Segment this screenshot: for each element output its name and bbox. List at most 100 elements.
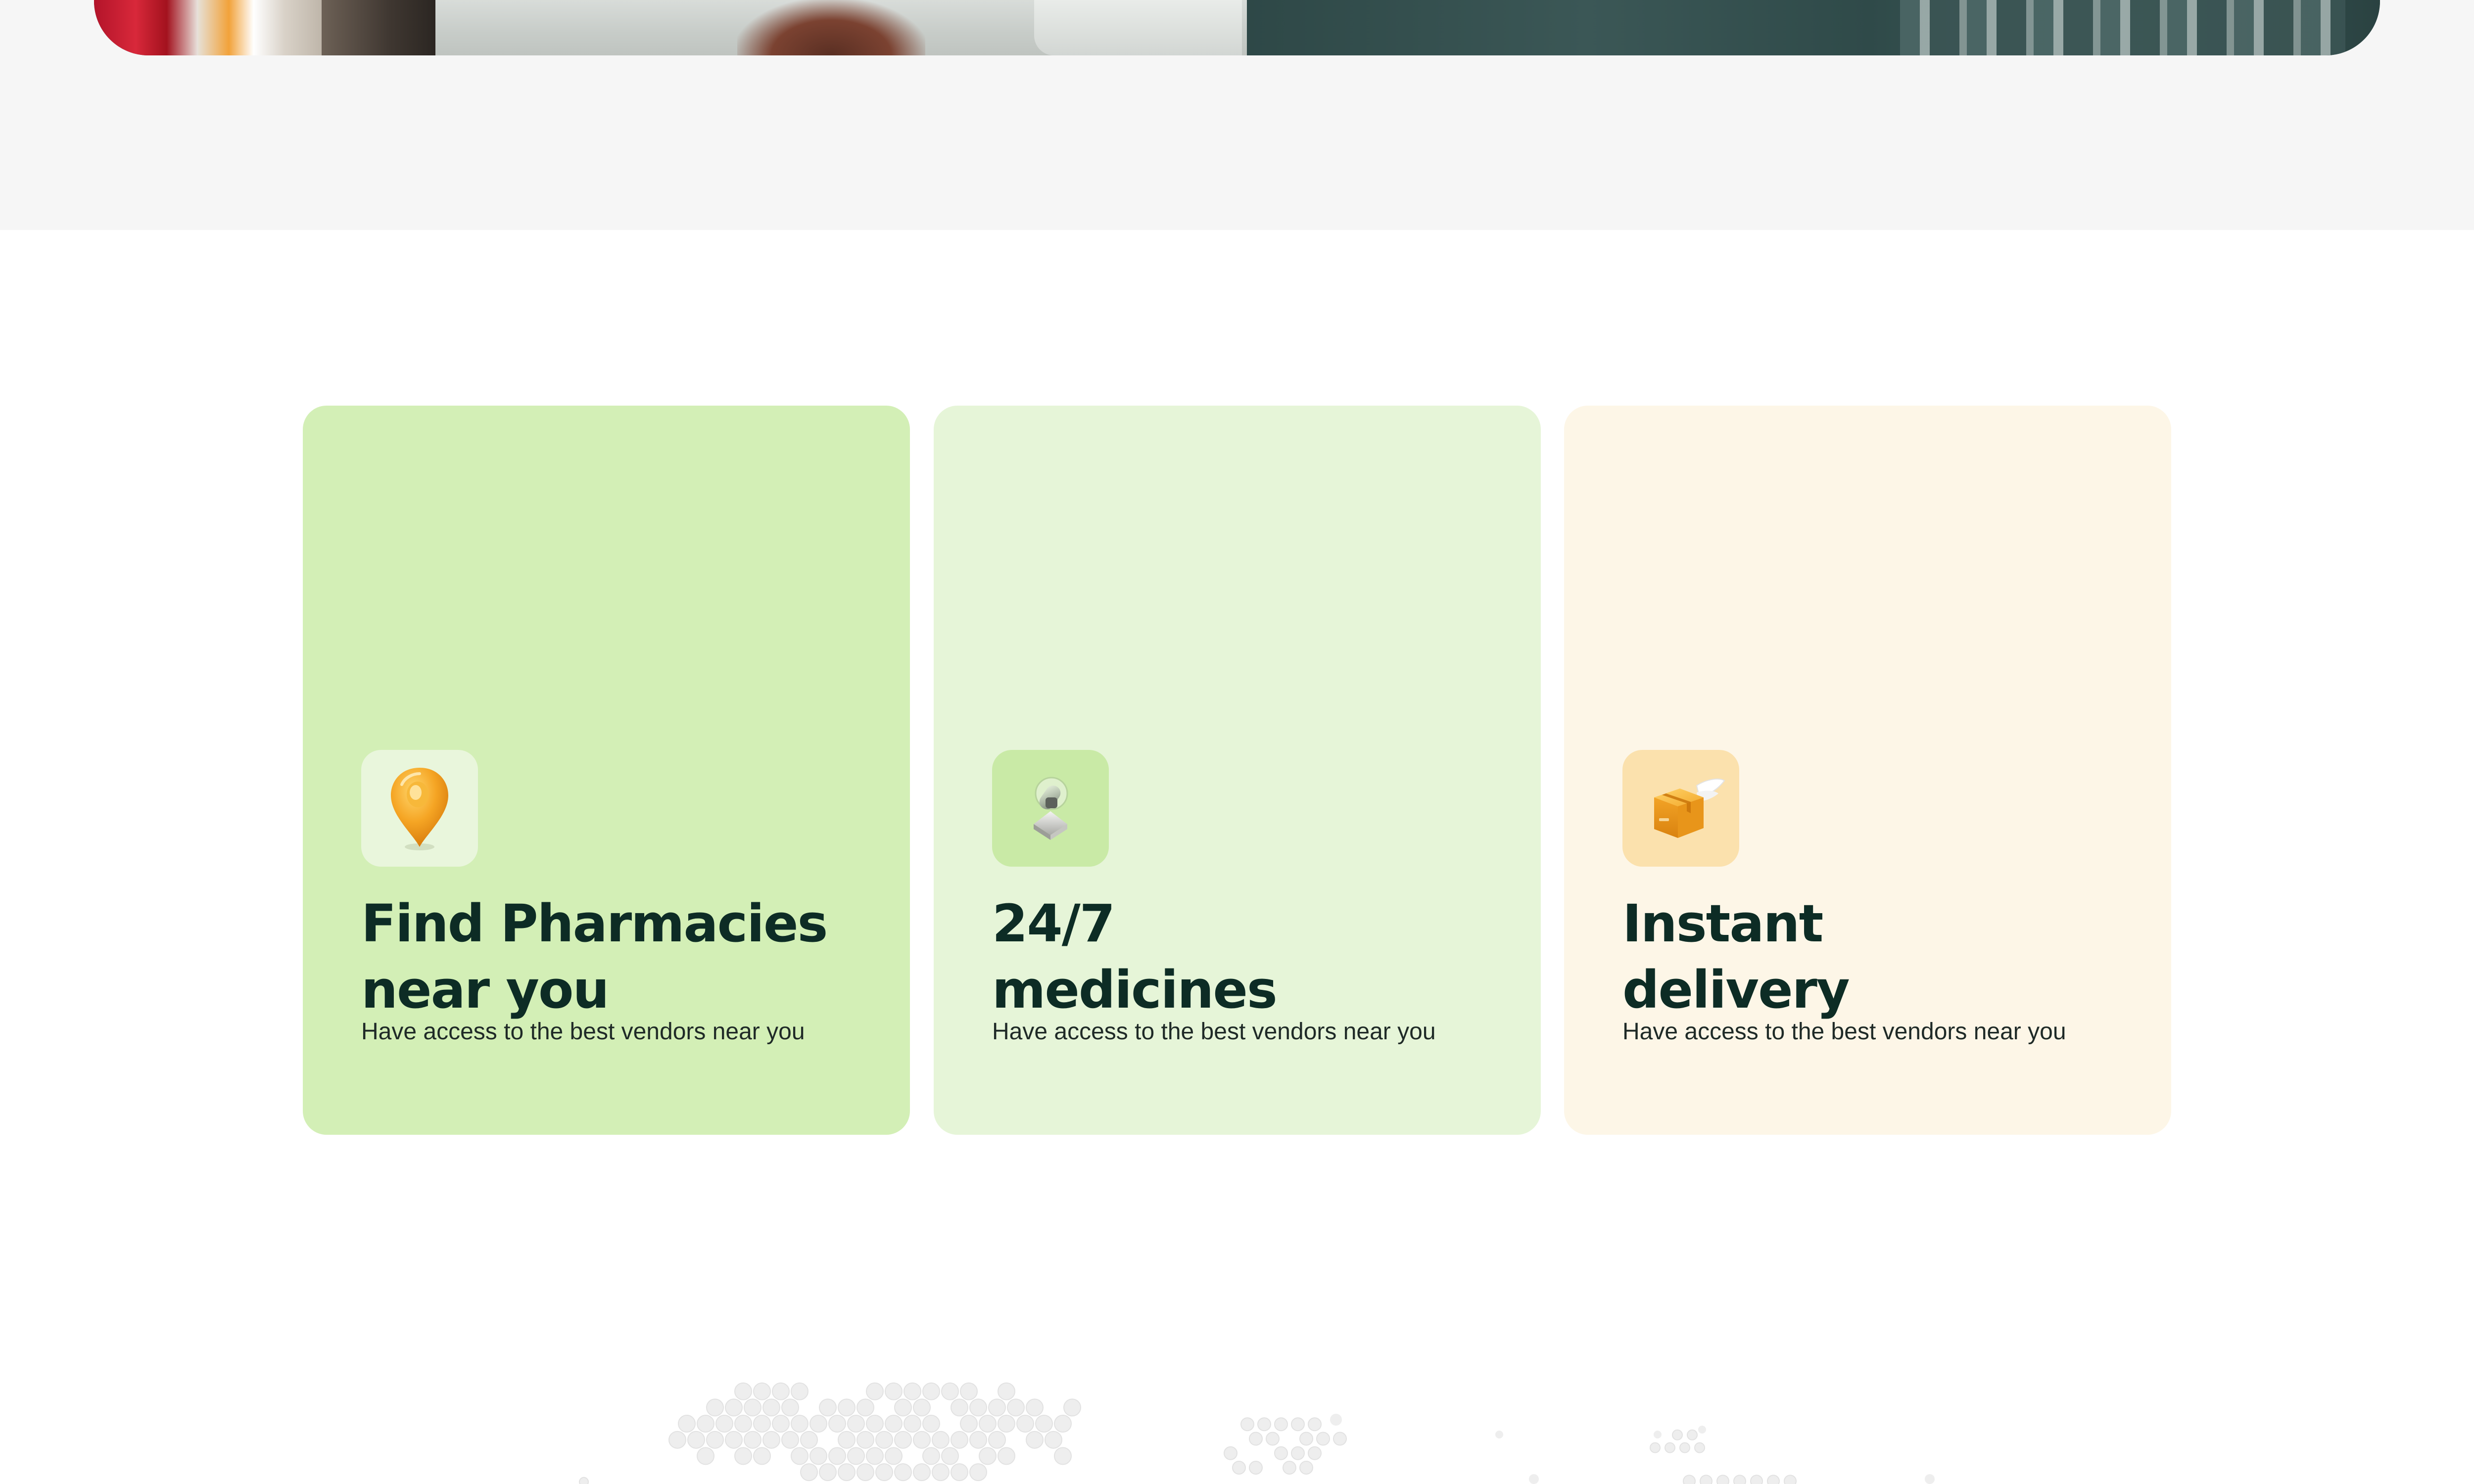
map-dot — [791, 1447, 809, 1465]
location-pin-icon — [361, 750, 478, 867]
medicine-icon-graphic — [1034, 777, 1068, 840]
map-dot — [1694, 1442, 1705, 1453]
map-dot — [838, 1431, 856, 1449]
feature-title-line-1: Find Pharmacies — [361, 893, 828, 954]
feature-title-line-2: medicines — [992, 960, 1278, 1020]
map-dot — [847, 1415, 865, 1433]
map-dot — [781, 1398, 799, 1417]
map-dot — [1299, 1461, 1313, 1475]
map-dot — [1016, 1415, 1034, 1433]
map-dot — [913, 1463, 931, 1482]
map-dot — [687, 1431, 705, 1449]
map-dot — [753, 1415, 771, 1433]
map-dot — [1249, 1432, 1263, 1446]
map-dot — [847, 1447, 865, 1465]
map-dot — [1054, 1447, 1072, 1465]
map-dot — [1495, 1431, 1503, 1438]
map-dot — [913, 1431, 931, 1449]
map-dot — [932, 1463, 950, 1482]
map-dot — [819, 1463, 837, 1482]
map-dot — [988, 1431, 1006, 1449]
map-dot — [1054, 1415, 1072, 1433]
map-dot — [913, 1398, 931, 1417]
map-dot — [904, 1415, 921, 1433]
map-dot — [894, 1463, 912, 1482]
map-dot — [969, 1463, 987, 1482]
map-dot — [828, 1415, 846, 1433]
map-dot — [885, 1415, 903, 1433]
map-dot — [1240, 1417, 1254, 1432]
map-dot — [856, 1463, 874, 1482]
map-dot — [744, 1431, 761, 1449]
feature-card-24-7-medicines[interactable]: 24/7 medicines Have access to the best v… — [934, 406, 1541, 1135]
map-dot — [941, 1447, 959, 1465]
map-dot — [678, 1415, 696, 1433]
map-dot — [1925, 1474, 1935, 1484]
map-dot — [1232, 1461, 1246, 1475]
map-dot — [753, 1382, 771, 1400]
map-dot — [951, 1431, 968, 1449]
map-dot — [725, 1431, 743, 1449]
feature-title-line-2: delivery — [1622, 960, 1850, 1020]
map-dot — [734, 1382, 752, 1400]
map-dot — [932, 1431, 950, 1449]
map-dot — [866, 1382, 884, 1400]
map-dot — [1274, 1417, 1288, 1432]
feature-description: Have access to the best vendors near you — [1622, 1019, 2066, 1045]
feature-title-line-1: Instant — [1622, 893, 1823, 954]
feature-title-line-1: 24/7 — [992, 893, 1115, 954]
map-dot — [866, 1447, 884, 1465]
map-dot — [969, 1431, 987, 1449]
map-dot — [838, 1463, 856, 1482]
map-dot — [1654, 1431, 1662, 1438]
feature-card-instant-delivery[interactable]: Instant delivery Have access to the best… — [1564, 406, 2171, 1135]
page: Find Pharmacies near you Have access to … — [0, 0, 2474, 1484]
map-dot — [781, 1431, 799, 1449]
map-dot — [1283, 1461, 1296, 1475]
map-dot — [1330, 1414, 1342, 1426]
map-dot — [885, 1447, 903, 1465]
map-dot — [809, 1447, 827, 1465]
map-dot — [894, 1398, 912, 1417]
map-dot — [979, 1447, 997, 1465]
map-dot — [866, 1415, 884, 1433]
map-dot — [809, 1415, 827, 1433]
map-dot — [1316, 1432, 1330, 1446]
map-dot — [1063, 1398, 1081, 1417]
map-dot — [1650, 1442, 1661, 1453]
map-dot — [772, 1382, 790, 1400]
map-dot — [969, 1398, 987, 1417]
map-dot — [706, 1398, 724, 1417]
map-dot — [734, 1447, 752, 1465]
delivery-box-icon — [1622, 750, 1739, 867]
map-dot — [838, 1398, 856, 1417]
map-dot — [1308, 1417, 1322, 1432]
map-dot — [1665, 1442, 1675, 1453]
map-dot — [1308, 1446, 1322, 1460]
map-dot — [1026, 1398, 1044, 1417]
map-dot — [697, 1447, 714, 1465]
feature-title: Find Pharmacies near you — [361, 890, 881, 1023]
feature-description: Have access to the best vendors near you — [361, 1019, 805, 1045]
map-dot — [1333, 1432, 1347, 1446]
map-dot — [922, 1415, 940, 1433]
map-dot — [1716, 1475, 1729, 1484]
map-dot — [762, 1431, 780, 1449]
map-dot — [1767, 1475, 1780, 1484]
feature-title: Instant delivery — [1622, 890, 2142, 1023]
feature-card-find-pharmacies[interactable]: Find Pharmacies near you Have access to … — [303, 406, 910, 1135]
map-dot — [762, 1398, 780, 1417]
map-dot — [1733, 1475, 1746, 1484]
feature-description: Have access to the best vendors near you — [992, 1019, 1436, 1045]
map-dot — [998, 1382, 1015, 1400]
map-dot — [951, 1463, 968, 1482]
map-dot — [1224, 1446, 1237, 1460]
map-dot — [1529, 1474, 1539, 1484]
map-dot — [856, 1398, 874, 1417]
map-dot — [875, 1431, 893, 1449]
map-dot — [1007, 1398, 1025, 1417]
map-dot — [1026, 1431, 1044, 1449]
map-dot — [800, 1463, 818, 1482]
map-dot — [988, 1398, 1006, 1417]
map-dot — [856, 1431, 874, 1449]
